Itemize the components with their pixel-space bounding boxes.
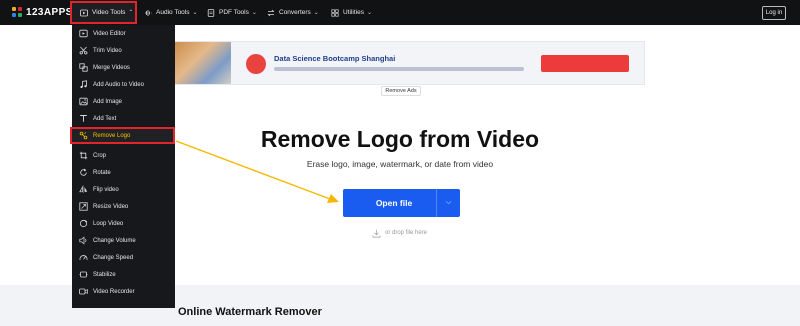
- utilities-icon: [331, 8, 339, 17]
- ad-title: Data Science Bootcamp Shanghai: [274, 54, 396, 63]
- menu-item-add-audio[interactable]: Add Audio to Video: [72, 76, 175, 93]
- brand-logo[interactable]: 123APPS: [12, 6, 73, 19]
- nav-label: Converters: [279, 9, 311, 16]
- menu-item-label: Change Volume: [93, 237, 136, 244]
- chevron-down-icon: ⌄: [366, 10, 372, 16]
- ad-logo-icon: [246, 54, 266, 74]
- loop-icon: [79, 219, 88, 228]
- drop-file-hint: or drop file here: [372, 228, 427, 238]
- drop-hint-text: or drop file here: [385, 230, 428, 236]
- menu-item-change-speed[interactable]: Change Speed: [72, 249, 175, 266]
- open-file-button[interactable]: Open file ⌵: [343, 189, 460, 217]
- stabilize-icon: [79, 270, 88, 279]
- nav-label: Audio Tools: [156, 9, 190, 16]
- ad-photo: [173, 42, 231, 84]
- page-subtitle: Erase logo, image, watermark, or date fr…: [306, 159, 494, 169]
- nav-label: Utilities: [343, 9, 364, 16]
- menu-item-loop-video[interactable]: Loop Video: [72, 215, 175, 232]
- chevron-down-icon: ⌄: [313, 10, 319, 16]
- rotate-icon: [79, 168, 88, 177]
- menu-item-label: Crop: [93, 152, 107, 159]
- brand-name: 123APPS: [26, 7, 73, 18]
- scissors-icon: [79, 46, 88, 55]
- menu-item-video-recorder[interactable]: Video Recorder: [72, 283, 175, 300]
- menu-item-stabilize[interactable]: Stabilize: [72, 266, 175, 283]
- menu-item-video-editor[interactable]: Video Editor: [72, 25, 175, 42]
- chevron-down-icon: ⌄: [192, 10, 198, 16]
- menu-item-label: Merge Videos: [93, 64, 130, 71]
- download-icon: [372, 229, 381, 238]
- ad-banner[interactable]: Data Science Bootcamp Shanghai: [172, 41, 645, 85]
- menu-item-label: Change Speed: [93, 254, 134, 261]
- nav-converters[interactable]: Converters ⌄: [267, 0, 319, 25]
- nav-utilities[interactable]: Utilities ⌄: [331, 0, 372, 25]
- nav-video-tools[interactable]: Video Tools ⌃: [70, 1, 137, 24]
- menu-item-merge-videos[interactable]: Merge Videos: [72, 59, 175, 76]
- waveform-icon: [144, 9, 152, 17]
- remove-logo-icon: [79, 131, 88, 140]
- top-navigation-bar: 123APPS Video Tools ⌃ Audio Tools ⌄ PDF …: [0, 0, 800, 25]
- video-tools-dropdown: Video Editor Trim Video Merge Videos Add…: [70, 25, 175, 308]
- logo-mark-icon: [12, 7, 23, 18]
- flip-icon: [79, 185, 88, 194]
- text-icon: [79, 114, 88, 123]
- section-title: Online Watermark Remover: [178, 306, 322, 318]
- menu-item-label: Remove Logo: [93, 132, 131, 139]
- crop-icon: [79, 151, 88, 160]
- chevron-down-icon[interactable]: ⌵: [436, 189, 460, 217]
- video-editor-icon: [79, 29, 88, 38]
- music-note-icon: [79, 80, 88, 89]
- merge-icon: [79, 63, 88, 72]
- chevron-up-icon: ⌃: [128, 10, 134, 16]
- nav-label: PDF Tools: [219, 9, 249, 16]
- menu-item-label: Add Image: [93, 98, 123, 105]
- image-icon: [79, 97, 88, 106]
- nav-audio-tools[interactable]: Audio Tools ⌄: [144, 0, 198, 25]
- menu-item-add-text[interactable]: Add Text: [72, 110, 175, 127]
- menu-item-label: Trim Video: [93, 47, 122, 54]
- menu-item-label: Resize Video: [93, 203, 129, 210]
- menu-item-crop[interactable]: Crop: [72, 147, 175, 164]
- menu-item-label: Video Recorder: [93, 288, 135, 295]
- nav-pdf-tools[interactable]: PDF Tools ⌄: [207, 0, 257, 25]
- converter-icon: [267, 9, 275, 17]
- ad-subtitle-line: [274, 67, 524, 71]
- chevron-down-icon: ⌄: [251, 10, 257, 16]
- menu-item-label: Loop Video: [93, 220, 124, 227]
- remove-ads-button[interactable]: Remove Ads: [381, 86, 421, 96]
- speed-icon: [79, 253, 88, 262]
- nav-label: Video Tools: [92, 9, 126, 16]
- record-icon: [79, 287, 88, 296]
- menu-item-label: Video Editor: [93, 30, 126, 37]
- menu-item-label: Rotate: [93, 169, 111, 176]
- pdf-icon: [207, 8, 215, 17]
- menu-item-rotate[interactable]: Rotate: [72, 164, 175, 181]
- resize-icon: [79, 202, 88, 211]
- menu-item-flip-video[interactable]: Flip video: [72, 181, 175, 198]
- menu-item-label: Flip video: [93, 186, 119, 193]
- menu-item-add-image[interactable]: Add Image: [72, 93, 175, 110]
- login-button[interactable]: Log in: [762, 6, 786, 20]
- menu-item-label: Add Text: [93, 115, 117, 122]
- menu-item-label: Add Audio to Video: [93, 81, 144, 88]
- volume-icon: [79, 236, 88, 245]
- menu-item-remove-logo[interactable]: Remove Logo: [70, 127, 175, 144]
- open-file-label[interactable]: Open file: [343, 189, 445, 217]
- menu-item-change-volume[interactable]: Change Volume: [72, 232, 175, 249]
- menu-item-label: Stabilize: [93, 271, 116, 278]
- page-title: Remove Logo from Video: [260, 126, 540, 152]
- video-icon: [80, 9, 88, 17]
- menu-item-resize-video[interactable]: Resize Video: [72, 198, 175, 215]
- menu-item-trim-video[interactable]: Trim Video: [72, 42, 175, 59]
- ad-cta-button[interactable]: [541, 55, 629, 72]
